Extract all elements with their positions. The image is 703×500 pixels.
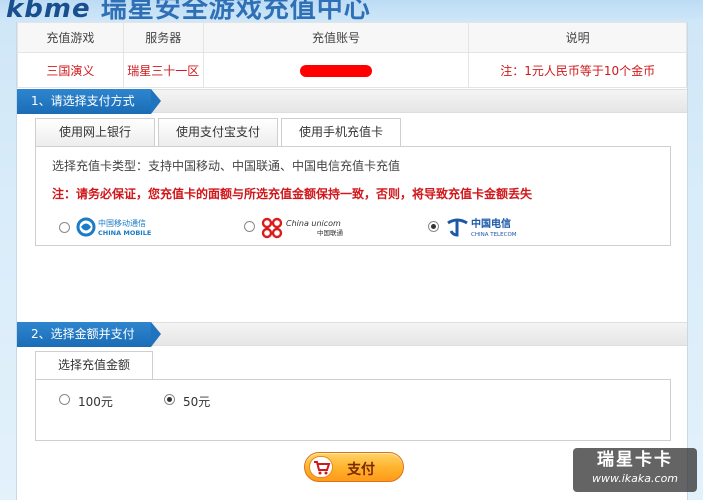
section-title-amount: 2、选择金额并支付 [17,322,161,347]
top-banner: kbme 瑞星安全游戏充值中心 [0,0,703,22]
table-row: 三国演义 瑞星三十一区 注：1元人民币等于10个金币 [17,52,687,88]
amount-panel: 100元 50元 [35,379,671,441]
header-game: 充值游戏 [17,22,124,53]
china-unicom-name: 中国联通 [317,228,344,237]
phone-card-panel: 选择充值卡类型：支持中国移动、中国联通、中国电信充值卡充值 注：请务必保证，您充… [35,146,671,246]
radio-china-unicom[interactable] [244,221,255,232]
radio-china-mobile[interactable] [59,222,70,233]
radio-china-telecom[interactable] [428,221,439,232]
cell-note: 注：1元人民币等于10个金币 [468,52,687,88]
table-header-row: 充值游戏 服务器 充值账号 说明 [17,22,687,53]
card-type-hint: 选择充值卡类型：支持中国移动、中国联通、中国电信充值卡充值 [52,159,401,173]
china-telecom-logo: 中国电信 CHINA TELECOM [445,215,535,238]
header-account: 充值账号 [202,22,470,53]
ikaka-watermark: 瑞星卡卡 www.ikaka.com [573,448,697,492]
tab-phone-card[interactable]: 使用手机充值卡 [281,118,401,147]
header-note: 说明 [468,22,687,53]
banner-title: kbme 瑞星安全游戏充值中心 [6,0,371,22]
tab-alipay[interactable]: 使用支付宝支付 [158,118,278,146]
shopping-cart-icon [309,456,333,478]
watermark-title: 瑞星卡卡 [597,450,673,470]
banner-heading: 瑞星安全游戏充值中心 [100,0,371,22]
china-mobile-sub: CHINA MOBILE [98,229,151,237]
pay-button[interactable]: 支付 [304,452,404,482]
recharge-panel: 充值游戏 服务器 充值账号 说明 三国演义 瑞星三十一区 注：1元人民币等于10… [16,22,688,500]
radio-amount-100[interactable] [59,394,70,405]
section-title-payment: 1、请选择支付方式 [17,89,161,114]
cell-account [202,52,470,88]
china-unicom-sub: China unicom [286,219,341,228]
china-telecom-name: 中国电信 [471,217,511,230]
redacted-account [300,64,373,77]
amount-50-label[interactable]: 50元 [183,393,210,410]
china-mobile-name: 中国移动通信 [98,218,146,228]
banner-brand: kbme [6,0,91,22]
cell-server: 瑞星三十一区 [122,52,204,88]
tab-online-bank[interactable]: 使用网上银行 [35,118,155,146]
card-amount-warning: 注：请务必保证，您充值卡的面额与所选充值金额保持一致，否则，将导致充值卡金额丢失 [52,187,533,201]
watermark-url: www.ikaka.com [591,472,679,485]
radio-amount-50[interactable] [164,394,175,405]
pay-button-label: 支付 [347,462,375,478]
china-unicom-logo: China unicom 中国联通 [261,216,357,239]
section-payment-method: 1、请选择支付方式 [17,89,687,114]
amount-100-label[interactable]: 100元 [78,393,113,410]
header-server: 服务器 [122,22,204,53]
cell-game: 三国演义 [17,52,124,88]
order-info-table: 充值游戏 服务器 充值账号 说明 三国演义 瑞星三十一区 注：1元人民币等于10… [17,22,687,88]
china-telecom-sub: CHINA TELECOM [471,232,517,238]
tab-select-amount[interactable]: 选择充值金额 [35,351,153,380]
section-amount: 2、选择金额并支付 [17,322,687,347]
china-mobile-logo: 中国移动通信 CHINA MOBILE [76,216,166,238]
